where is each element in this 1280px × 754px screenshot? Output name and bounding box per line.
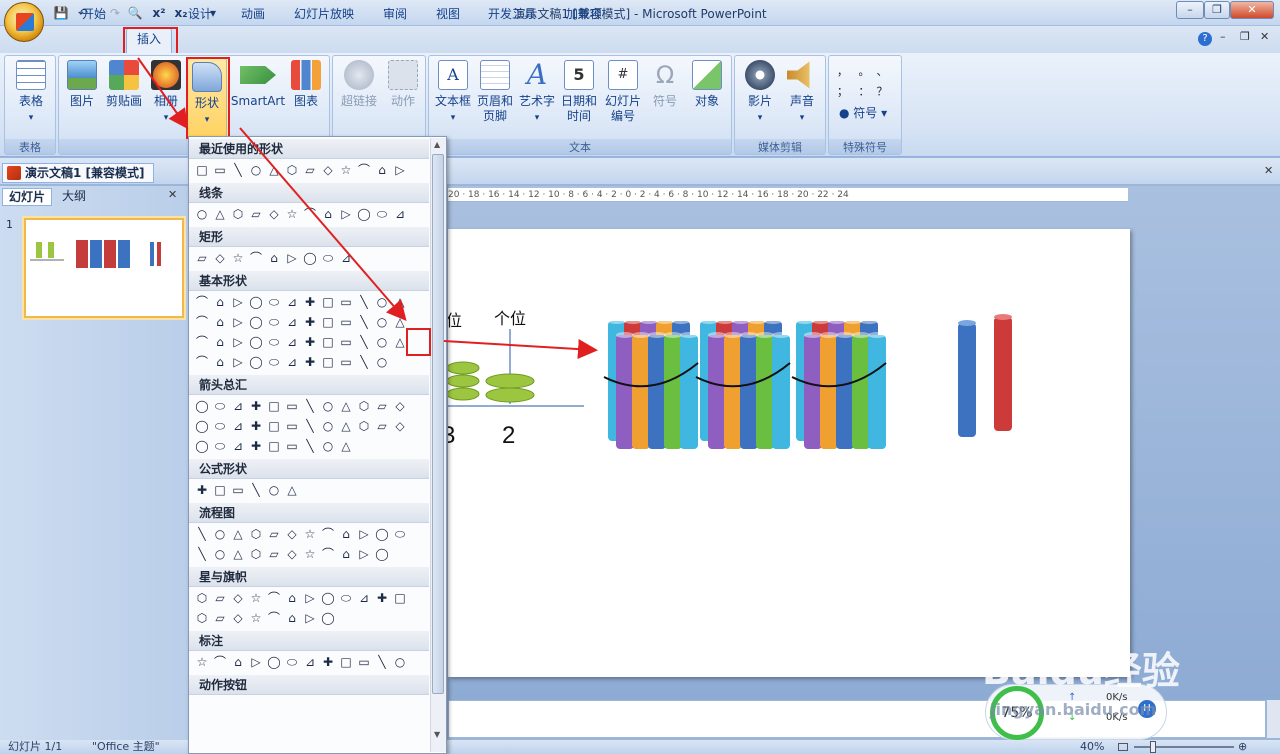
arrow-can-to-slide — [443, 339, 598, 360]
arrow-shapes-to-can — [239, 127, 407, 322]
office-logo-icon — [16, 13, 34, 31]
office-button[interactable] — [4, 2, 44, 42]
annotation-arrows — [137, 57, 598, 360]
arrow-insert-to-shapes — [137, 57, 189, 130]
